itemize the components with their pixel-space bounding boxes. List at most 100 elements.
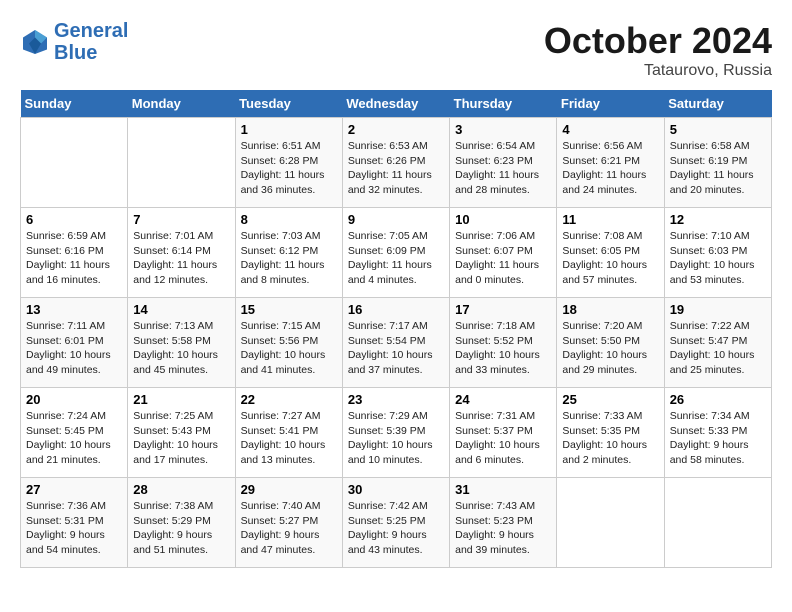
day-number: 1 [241, 122, 337, 137]
day-info: Sunrise: 7:36 AMSunset: 5:31 PMDaylight:… [26, 499, 122, 558]
calendar-cell: 22Sunrise: 7:27 AMSunset: 5:41 PMDayligh… [235, 388, 342, 478]
header-saturday: Saturday [664, 90, 771, 118]
day-number: 20 [26, 392, 122, 407]
calendar-cell: 17 Sunrise: 7:18 AMSunset: 5:52 PMDayligh… [450, 298, 557, 388]
day-info: Sunrise: 7:42 AMSunset: 5:25 PMDaylight:… [348, 499, 444, 558]
calendar-cell: 11Sunrise: 7:08 AMSunset: 6:05 PMDayligh… [557, 208, 664, 298]
calendar-cell: 18Sunrise: 7:20 AMSunset: 5:50 PMDayligh… [557, 298, 664, 388]
calendar-cell: 31 Sunrise: 7:43 AMSunset: 5:23 PMDayligh… [450, 478, 557, 568]
day-number: 29 [241, 482, 337, 497]
day-info: Sunrise: 7:29 AMSunset: 5:39 PMDaylight:… [348, 409, 444, 468]
calendar-cell: 1 Sunrise: 6:51 AMSunset: 6:28 PMDaylight… [235, 118, 342, 208]
day-number: 7 [133, 212, 229, 227]
calendar-cell [21, 118, 128, 208]
title-block: October 2024 Tataurovo, Russia [544, 20, 772, 80]
calendar-cell: 27 Sunrise: 7:36 AMSunset: 5:31 PMDayligh… [21, 478, 128, 568]
day-number: 13 [26, 302, 122, 317]
calendar-cell: 26 Sunrise: 7:34 AMSunset: 5:33 PMDayligh… [664, 388, 771, 478]
week-row-4: 20 Sunrise: 7:24 AMSunset: 5:45 PMDayligh… [21, 388, 772, 478]
day-number: 30 [348, 482, 444, 497]
day-info: Sunrise: 6:59 AMSunset: 6:16 PMDaylight:… [26, 229, 122, 288]
day-info: Sunrise: 7:01 AMSunset: 6:14 PMDaylight:… [133, 229, 229, 288]
day-info: Sunrise: 7:15 AMSunset: 5:56 PMDaylight:… [241, 319, 337, 378]
day-number: 2 [348, 122, 444, 137]
header-wednesday: Wednesday [342, 90, 449, 118]
day-number: 31 [455, 482, 551, 497]
day-number: 4 [562, 122, 658, 137]
week-row-5: 27 Sunrise: 7:36 AMSunset: 5:31 PMDayligh… [21, 478, 772, 568]
day-info: Sunrise: 7:43 AMSunset: 5:23 PMDaylight:… [455, 499, 551, 558]
logo-line2: Blue [54, 42, 97, 64]
logo-line1: General [54, 20, 128, 42]
calendar-cell: 13 Sunrise: 7:11 AMSunset: 6:01 PMDayligh… [21, 298, 128, 388]
calendar-cell: 6 Sunrise: 6:59 AMSunset: 6:16 PMDaylight… [21, 208, 128, 298]
day-info: Sunrise: 6:54 AMSunset: 6:23 PMDaylight:… [455, 139, 551, 198]
calendar-cell: 3Sunrise: 6:54 AMSunset: 6:23 PMDaylight… [450, 118, 557, 208]
page-header: General Blue October 2024 Tataurovo, Rus… [20, 20, 772, 80]
header-row: SundayMondayTuesdayWednesdayThursdayFrid… [21, 90, 772, 118]
calendar-cell: 5Sunrise: 6:58 AMSunset: 6:19 PMDaylight… [664, 118, 771, 208]
calendar-cell: 23 Sunrise: 7:29 AMSunset: 5:39 PMDayligh… [342, 388, 449, 478]
calendar-cell: 16 Sunrise: 7:17 AMSunset: 5:54 PMDayligh… [342, 298, 449, 388]
calendar-cell: 25Sunrise: 7:33 AMSunset: 5:35 PMDayligh… [557, 388, 664, 478]
day-info: Sunrise: 7:05 AMSunset: 6:09 PMDaylight:… [348, 229, 444, 288]
day-info: Sunrise: 7:13 AMSunset: 5:58 PMDaylight:… [133, 319, 229, 378]
day-number: 28 [133, 482, 229, 497]
calendar-cell: 15 Sunrise: 7:15 AMSunset: 5:56 PMDayligh… [235, 298, 342, 388]
day-info: Sunrise: 7:03 AMSunset: 6:12 PMDaylight:… [241, 229, 337, 288]
day-info: Sunrise: 7:22 AMSunset: 5:47 PMDaylight:… [670, 319, 766, 378]
calendar-cell: 2Sunrise: 6:53 AMSunset: 6:26 PMDaylight… [342, 118, 449, 208]
calendar-cell [557, 478, 664, 568]
day-number: 15 [241, 302, 337, 317]
day-info: Sunrise: 7:17 AMSunset: 5:54 PMDaylight:… [348, 319, 444, 378]
calendar-cell: 28Sunrise: 7:38 AMSunset: 5:29 PMDayligh… [128, 478, 235, 568]
day-info: Sunrise: 7:25 AMSunset: 5:43 PMDaylight:… [133, 409, 229, 468]
day-info: Sunrise: 7:31 AMSunset: 5:37 PMDaylight:… [455, 409, 551, 468]
logo: General Blue [20, 20, 128, 64]
day-number: 16 [348, 302, 444, 317]
header-thursday: Thursday [450, 90, 557, 118]
day-number: 9 [348, 212, 444, 227]
day-number: 26 [670, 392, 766, 407]
day-info: Sunrise: 7:34 AMSunset: 5:33 PMDaylight:… [670, 409, 766, 468]
calendar-cell: 29 Sunrise: 7:40 AMSunset: 5:27 PMDayligh… [235, 478, 342, 568]
week-row-2: 6 Sunrise: 6:59 AMSunset: 6:16 PMDaylight… [21, 208, 772, 298]
day-info: Sunrise: 6:56 AMSunset: 6:21 PMDaylight:… [562, 139, 658, 198]
calendar-cell: 21Sunrise: 7:25 AMSunset: 5:43 PMDayligh… [128, 388, 235, 478]
logo-icon [20, 27, 50, 57]
week-row-3: 13 Sunrise: 7:11 AMSunset: 6:01 PMDayligh… [21, 298, 772, 388]
day-info: Sunrise: 7:18 AMSunset: 5:52 PMDaylight:… [455, 319, 551, 378]
day-info: Sunrise: 6:51 AMSunset: 6:28 PMDaylight:… [241, 139, 337, 198]
calendar-table: SundayMondayTuesdayWednesdayThursdayFrid… [20, 90, 772, 568]
day-info: Sunrise: 7:10 AMSunset: 6:03 PMDaylight:… [670, 229, 766, 288]
calendar-cell: 24Sunrise: 7:31 AMSunset: 5:37 PMDayligh… [450, 388, 557, 478]
calendar-cell [128, 118, 235, 208]
header-friday: Friday [557, 90, 664, 118]
day-number: 22 [241, 392, 337, 407]
day-number: 18 [562, 302, 658, 317]
calendar-cell: 30 Sunrise: 7:42 AMSunset: 5:25 PMDayligh… [342, 478, 449, 568]
day-number: 10 [455, 212, 551, 227]
calendar-cell [664, 478, 771, 568]
day-number: 8 [241, 212, 337, 227]
day-number: 23 [348, 392, 444, 407]
header-tuesday: Tuesday [235, 90, 342, 118]
calendar-cell: 4 Sunrise: 6:56 AMSunset: 6:21 PMDaylight… [557, 118, 664, 208]
day-number: 6 [26, 212, 122, 227]
calendar-cell: 20 Sunrise: 7:24 AMSunset: 5:45 PMDayligh… [21, 388, 128, 478]
day-info: Sunrise: 7:08 AMSunset: 6:05 PMDaylight:… [562, 229, 658, 288]
calendar-cell: 9 Sunrise: 7:05 AMSunset: 6:09 PMDaylight… [342, 208, 449, 298]
day-number: 27 [26, 482, 122, 497]
day-number: 12 [670, 212, 766, 227]
calendar-cell: 7 Sunrise: 7:01 AMSunset: 6:14 PMDaylight… [128, 208, 235, 298]
calendar-cell: 8 Sunrise: 7:03 AMSunset: 6:12 PMDaylight… [235, 208, 342, 298]
day-number: 17 [455, 302, 551, 317]
week-row-1: 1 Sunrise: 6:51 AMSunset: 6:28 PMDaylight… [21, 118, 772, 208]
day-info: Sunrise: 7:24 AMSunset: 5:45 PMDaylight:… [26, 409, 122, 468]
day-info: Sunrise: 7:06 AMSunset: 6:07 PMDaylight:… [455, 229, 551, 288]
day-number: 25 [562, 392, 658, 407]
location: Tataurovo, Russia [544, 62, 772, 80]
day-info: Sunrise: 7:11 AMSunset: 6:01 PMDaylight:… [26, 319, 122, 378]
day-info: Sunrise: 7:40 AMSunset: 5:27 PMDaylight:… [241, 499, 337, 558]
calendar-cell: 12 Sunrise: 7:10 AMSunset: 6:03 PMDayligh… [664, 208, 771, 298]
